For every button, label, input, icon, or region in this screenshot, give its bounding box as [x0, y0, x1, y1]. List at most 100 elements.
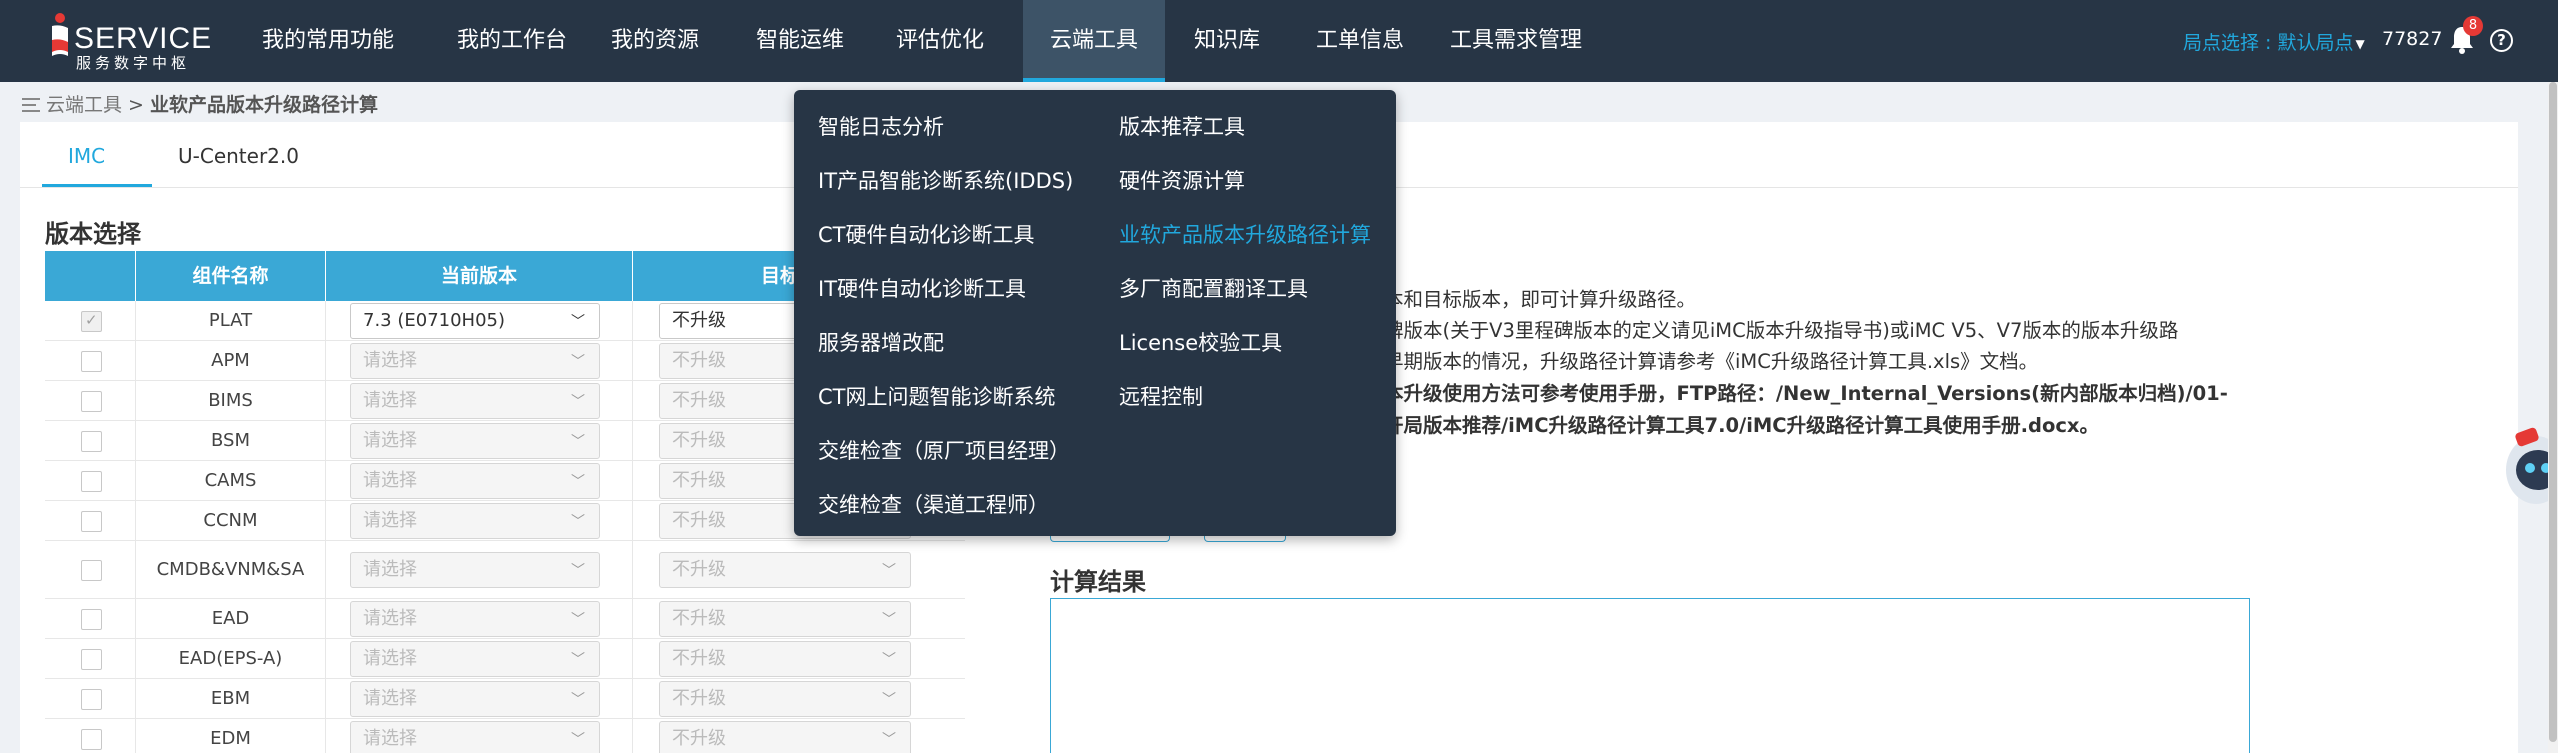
checkbox-cell — [45, 461, 136, 500]
component-name: PLAT — [136, 301, 326, 340]
dropdown-item[interactable]: 多厂商配置翻译工具 — [1119, 273, 1308, 303]
nav-item-4[interactable]: 智能运维 — [740, 0, 860, 82]
nav-item-9[interactable]: 工具需求管理 — [1436, 0, 1596, 82]
checkbox-cell — [45, 719, 136, 753]
user-id[interactable]: 77827 — [2382, 28, 2442, 50]
chevron-down-icon: ﹀ — [571, 652, 585, 668]
tab-imc[interactable]: IMC — [68, 144, 105, 168]
chevron-down-icon: ﹀ — [571, 394, 585, 410]
component-name: APM — [136, 341, 326, 380]
notification-badge: 8 — [2463, 16, 2483, 36]
breadcrumb-parent[interactable]: 云端工具 — [46, 94, 122, 116]
target-version-select[interactable]: 不升级 ﹀ — [659, 601, 911, 637]
menu-lines-icon — [22, 98, 40, 112]
dropdown-item[interactable]: CT硬件自动化诊断工具 — [818, 219, 1035, 249]
scrollbar-thumb[interactable] — [2549, 82, 2557, 742]
chevron-down-icon: ﹀ — [571, 514, 585, 530]
dropdown-item[interactable]: 硬件资源计算 — [1119, 165, 1245, 195]
target-version-select[interactable]: 不升级 ﹀ — [659, 721, 911, 753]
row-checkbox[interactable] — [81, 511, 102, 532]
dropdown-item[interactable]: 交维检查（原厂项目经理） — [818, 435, 1070, 465]
target-version-select[interactable]: 不升级 ﹀ — [659, 552, 911, 588]
nav-item-2[interactable]: 我的工作台 — [432, 0, 592, 82]
target-version-value: 不升级 — [672, 310, 726, 331]
result-output[interactable] — [1050, 598, 2250, 753]
chevron-down-icon: ﹀ — [882, 563, 896, 579]
page-scrollbar[interactable] — [2548, 82, 2558, 753]
chevron-down-icon: ﹀ — [571, 314, 585, 330]
dropdown-item[interactable]: 服务器增改配 — [818, 327, 944, 357]
current-version-select[interactable]: 请选择 ﹀ — [350, 721, 600, 753]
current-version-select[interactable]: 请选择 ﹀ — [350, 463, 600, 499]
current-version-cell: 7.3 (E0710H05) ﹀ — [326, 301, 633, 340]
dropdown-item[interactable]: IT产品智能诊断系统(IDDS) — [818, 165, 1073, 195]
nav-item-8[interactable]: 工单信息 — [1300, 0, 1420, 82]
current-version-select[interactable]: 请选择 ﹀ — [350, 503, 600, 539]
row-checkbox[interactable] — [81, 649, 102, 670]
dropdown-item[interactable]: 远程控制 — [1119, 381, 1203, 411]
current-version-value: 请选择 — [363, 430, 417, 451]
chevron-down-icon: ﹀ — [571, 474, 585, 490]
row-checkbox[interactable] — [81, 689, 102, 710]
logo-mark-icon — [52, 13, 68, 56]
nav-item-6[interactable]: 云端工具 — [1023, 0, 1165, 82]
current-version-select[interactable]: 7.3 (E0710H05) ﹀ — [350, 303, 600, 339]
chevron-down-icon: ﹀ — [571, 732, 585, 748]
logo-subtitle: 服务数字中枢 — [76, 54, 191, 72]
row-checkbox[interactable] — [81, 609, 102, 630]
breadcrumb-current: 业软产品版本升级路径计算 — [149, 94, 378, 116]
current-version-value: 请选择 — [363, 390, 417, 411]
help-icon[interactable]: ? — [2490, 29, 2513, 52]
current-version-select[interactable]: 请选择 ﹀ — [350, 423, 600, 459]
current-version-select[interactable]: 请选择 ﹀ — [350, 383, 600, 419]
dropdown-item[interactable]: 业软产品版本升级路径计算 — [1119, 219, 1371, 249]
current-version-value: 请选择 — [363, 559, 417, 580]
current-version-cell: 请选择 ﹀ — [326, 421, 633, 460]
target-version-select[interactable]: 不升级 ﹀ — [659, 681, 911, 717]
dropdown-item[interactable]: 交维检查（渠道工程师） — [818, 489, 1049, 519]
row-checkbox[interactable] — [81, 560, 102, 581]
site-select-label: 局点选择 : 默认局点 — [2183, 32, 2354, 54]
row-checkbox[interactable] — [81, 471, 102, 492]
header-component-name: 组件名称 — [136, 251, 326, 301]
info-line-ftp: 本升级使用方法可参考使用手册，FTP路径：/New_Internal_Versi… — [1384, 382, 2228, 405]
checkbox-cell — [45, 421, 136, 460]
dropdown-item[interactable]: IT硬件自动化诊断工具 — [818, 273, 1026, 303]
current-version-select[interactable]: 请选择 ﹀ — [350, 681, 600, 717]
current-version-cell: 请选择 ﹀ — [326, 639, 633, 678]
target-version-value: 不升级 — [672, 728, 726, 749]
current-version-select[interactable]: 请选择 ﹀ — [350, 641, 600, 677]
dropdown-item[interactable]: 版本推荐工具 — [1119, 111, 1245, 141]
row-checkbox[interactable] — [81, 729, 102, 750]
site-select-dropdown[interactable]: 局点选择 : 默认局点 ▼ — [2183, 28, 2365, 55]
dropdown-item[interactable]: 智能日志分析 — [818, 111, 944, 141]
checkbox-cell — [45, 501, 136, 540]
target-version-select[interactable]: 不升级 ﹀ — [659, 641, 911, 677]
nav-item-3[interactable]: 我的资源 — [600, 0, 710, 82]
target-version-value: 不升级 — [672, 608, 726, 629]
current-version-cell: 请选择 ﹀ — [326, 679, 633, 718]
current-version-select[interactable]: 请选择 ﹀ — [350, 601, 600, 637]
nav-item-5[interactable]: 评估优化 — [880, 0, 1000, 82]
row-checkbox[interactable] — [81, 431, 102, 452]
current-version-value: 请选择 — [363, 688, 417, 709]
nav-item-7[interactable]: 知识库 — [1176, 0, 1278, 82]
row-checkbox[interactable] — [81, 351, 102, 372]
current-version-select[interactable]: 请选择 ﹀ — [350, 552, 600, 588]
breadcrumb-separator: > — [128, 94, 144, 116]
row-checkbox[interactable] — [81, 311, 102, 332]
chevron-down-icon: ﹀ — [882, 732, 896, 748]
row-checkbox[interactable] — [81, 391, 102, 412]
current-version-cell: 请选择 ﹀ — [326, 461, 633, 500]
current-version-select[interactable]: 请选择 ﹀ — [350, 343, 600, 379]
dropdown-item[interactable]: License校验工具 — [1119, 327, 1282, 357]
chevron-down-icon: ﹀ — [571, 563, 585, 579]
dropdown-item[interactable]: CT网上问题智能诊断系统 — [818, 381, 1056, 411]
table-row: EAD 请选择 ﹀ 不升级 ﹀ — [45, 599, 965, 639]
target-version-value: 不升级 — [672, 688, 726, 709]
nav-item-1[interactable]: 我的常用功能 — [248, 0, 408, 82]
current-version-cell: 请选择 ﹀ — [326, 341, 633, 380]
tab-u-center[interactable]: U-Center2.0 — [178, 144, 299, 168]
current-version-value: 7.3 (E0710H05) — [363, 310, 506, 331]
service-logo[interactable]: SERVICE 服务数字中枢 — [44, 8, 214, 74]
